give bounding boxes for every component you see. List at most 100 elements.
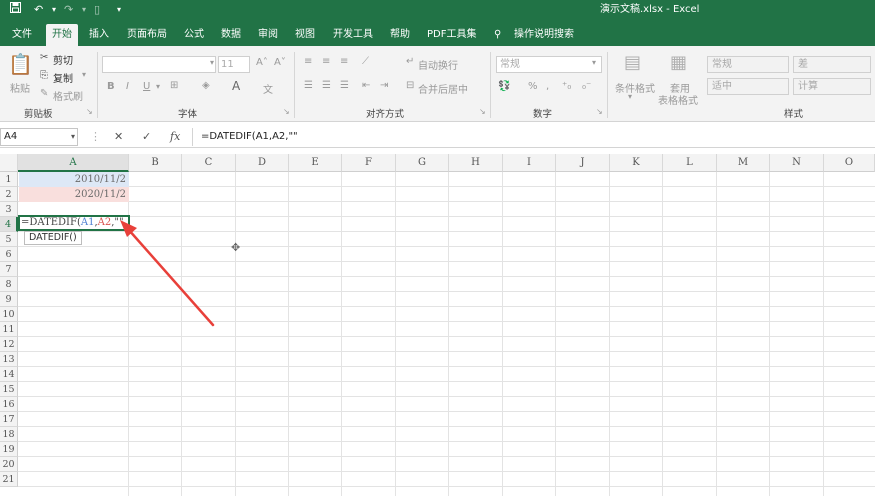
row-header-16[interactable]: 16 (0, 397, 18, 412)
column-header-g[interactable]: G (396, 154, 449, 172)
row-header-10[interactable]: 10 (0, 307, 18, 322)
insert-function-button[interactable]: fx (170, 129, 180, 145)
increase-indent-icon[interactable]: ⇥ (380, 80, 388, 91)
tab-home[interactable]: 开始 (46, 24, 78, 46)
paste-button[interactable]: 粘贴 (10, 80, 30, 95)
row-header-17[interactable]: 17 (0, 412, 18, 427)
shrink-font-icon[interactable]: A˅ (274, 57, 286, 68)
row-header-14[interactable]: 14 (0, 367, 18, 382)
row-header-5[interactable]: 5 (0, 232, 18, 247)
conditional-format-dropdown-icon[interactable]: ▾ (628, 92, 632, 101)
undo-dropdown-icon[interactable]: ▾ (52, 2, 56, 18)
row-header-9[interactable]: 9 (0, 292, 18, 307)
alignment-launcher-icon[interactable]: ↘ (479, 107, 486, 116)
format-painter-button[interactable]: 格式刷 (53, 88, 83, 103)
table-format-button-line2[interactable]: 表格格式 (658, 92, 698, 107)
save-icon[interactable] (10, 2, 21, 18)
name-box-dropdown-icon[interactable]: ▾ (71, 129, 75, 145)
align-right-icon[interactable]: ☰ (340, 80, 349, 91)
row-header-21[interactable]: 21 (0, 472, 18, 487)
font-size-box[interactable]: 11 (218, 56, 250, 73)
align-left-icon[interactable]: ☰ (304, 80, 313, 91)
cut-button[interactable]: 剪切 (53, 52, 73, 67)
column-header-f[interactable]: F (342, 154, 396, 172)
merge-center-button[interactable]: 合并后居中 (418, 81, 468, 96)
row-header-15[interactable]: 15 (0, 382, 18, 397)
column-header-a[interactable]: A (18, 154, 129, 172)
undo-icon[interactable]: ↶ (34, 2, 43, 18)
function-tooltip[interactable]: DATEDIF() (24, 231, 82, 245)
column-header-l[interactable]: L (663, 154, 717, 172)
column-header-m[interactable]: M (717, 154, 770, 172)
bold-button[interactable]: B (107, 81, 115, 92)
tab-data[interactable]: 数据 (215, 24, 247, 46)
row-header-20[interactable]: 20 (0, 457, 18, 472)
font-name-box[interactable] (102, 56, 216, 73)
row-header-7[interactable]: 7 (0, 262, 18, 277)
conditional-format-button[interactable]: 条件格式 (615, 80, 655, 95)
redo-icon[interactable]: ↷ (64, 2, 73, 18)
align-center-icon[interactable]: ☰ (322, 80, 331, 91)
percent-button[interactable]: % (528, 81, 538, 92)
column-header-c[interactable]: C (182, 154, 236, 172)
tell-me-search[interactable]: 操作说明搜索 (508, 24, 580, 46)
row-header-8[interactable]: 8 (0, 277, 18, 292)
font-name-dropdown-icon[interactable]: ▾ (210, 58, 214, 67)
redo-dropdown-icon[interactable]: ▾ (82, 2, 86, 18)
worksheet-grid[interactable]: A B C D E F G H I J K L M N O 1 2 3 4 5 … (0, 154, 875, 496)
fill-color-icon[interactable]: ◈ (202, 80, 210, 91)
number-format-dropdown-icon[interactable]: ▾ (592, 58, 596, 67)
copy-dropdown-icon[interactable]: ▾ (82, 70, 86, 79)
decrease-indent-icon[interactable]: ⇤ (362, 80, 370, 91)
tab-developer[interactable]: 开发工具 (327, 24, 379, 46)
wrap-text-button[interactable]: 自动换行 (418, 57, 458, 72)
style-bad[interactable]: 差 (793, 56, 871, 73)
style-neutral[interactable]: 适中 (707, 78, 789, 95)
font-color-button[interactable]: A (232, 79, 240, 93)
row-header-4[interactable]: 4 (0, 217, 18, 232)
select-all-corner[interactable] (0, 154, 18, 172)
comma-button[interactable]: , (546, 81, 549, 92)
row-header-3[interactable]: 3 (0, 202, 18, 217)
row-header-18[interactable]: 18 (0, 427, 18, 442)
number-launcher-icon[interactable]: ↘ (596, 107, 603, 116)
tab-file[interactable]: 文件 (6, 24, 38, 46)
cell-a1[interactable]: 2010/11/2 (19, 172, 129, 187)
name-box[interactable]: A4 (0, 128, 78, 146)
cut-icon[interactable]: ✂ (40, 52, 48, 63)
row-header-11[interactable]: 11 (0, 322, 18, 337)
row-header-1[interactable]: 1 (0, 172, 18, 187)
table-format-icon[interactable]: ▦ (670, 52, 687, 73)
conditional-format-icon[interactable]: ▤ (624, 52, 641, 73)
copy-button[interactable]: 复制 (53, 70, 73, 85)
new-file-icon[interactable]: ▯ (94, 2, 100, 18)
column-header-n[interactable]: N (770, 154, 824, 172)
copy-icon[interactable]: ⎘ (40, 70, 48, 81)
customize-qat-icon[interactable]: ▾ (117, 2, 121, 18)
align-middle-icon[interactable]: ≡ (322, 56, 330, 67)
tab-view[interactable]: 视图 (289, 24, 321, 46)
column-header-b[interactable]: B (129, 154, 182, 172)
column-header-j[interactable]: J (556, 154, 610, 172)
row-header-13[interactable]: 13 (0, 352, 18, 367)
currency-icon[interactable]: 💱 (498, 81, 510, 92)
row-header-12[interactable]: 12 (0, 337, 18, 352)
tab-page-layout[interactable]: 页面布局 (121, 24, 173, 46)
align-top-icon[interactable]: ≡ (304, 56, 312, 67)
cell-a4-editor[interactable]: =DATEDIF(A1,A2,"" (18, 215, 130, 231)
align-bottom-icon[interactable]: ≡ (340, 56, 348, 67)
merge-center-icon[interactable]: ⊟ (406, 80, 414, 91)
decrease-decimal-icon[interactable]: ₀⁻ (582, 81, 591, 92)
grow-font-icon[interactable]: A˄ (256, 57, 268, 68)
column-header-k[interactable]: K (610, 154, 663, 172)
row-header-2[interactable]: 2 (0, 187, 18, 202)
number-format-box[interactable]: 常规 (496, 56, 602, 73)
tab-review[interactable]: 审阅 (252, 24, 284, 46)
cell-a2[interactable]: 2020/11/2 (19, 187, 129, 202)
row-header-6[interactable]: 6 (0, 247, 18, 262)
style-normal[interactable]: 常规 (707, 56, 789, 73)
tab-formulas[interactable]: 公式 (178, 24, 210, 46)
underline-button[interactable]: U (143, 81, 150, 92)
style-calculation[interactable]: 计算 (793, 78, 871, 95)
clipboard-launcher-icon[interactable]: ↘ (86, 107, 93, 116)
